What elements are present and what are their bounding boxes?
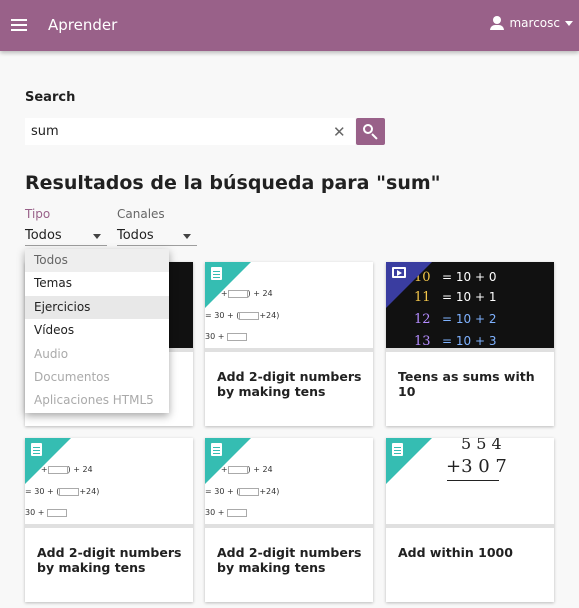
dropdown-option-audio: Audio (34, 346, 69, 361)
content-card[interactable]: 5 5 4 +3 0 7 Add within 1000 (386, 438, 554, 602)
app-bar: Aprender marcosc (0, 0, 579, 51)
content-card[interactable]: (30 +) + 24 = 30 + (+24) 30 + Add 2-digi… (205, 262, 373, 426)
content-card[interactable]: 10 = 10 + 0 11 = 10 + 1 12 = 10 + 2 13 =… (386, 262, 554, 426)
search-button[interactable] (356, 118, 385, 145)
dropdown-option-ejercicios[interactable]: Ejercicios (25, 295, 169, 320)
app-title: Aprender (48, 16, 118, 34)
tipo-value: Todos (25, 228, 62, 243)
canales-label: Canales (117, 207, 165, 221)
clear-icon[interactable]: ✕ (333, 123, 346, 141)
card-title: Teens as sums with 10 (398, 369, 535, 399)
exercise-icon (31, 443, 42, 456)
dropdown-option-documentos: Documentos (34, 369, 110, 384)
person-icon (489, 15, 505, 31)
caret-down-icon (93, 234, 101, 239)
content-card[interactable]: (30 +) + 24 = 30 + (+24) 30 + Add 2-digi… (25, 438, 193, 602)
search-icon (363, 124, 373, 134)
results-heading: Resultados de la búsqueda para "sum" (25, 172, 441, 194)
tipo-select[interactable]: Todos (25, 228, 107, 246)
menu-icon[interactable] (8, 13, 30, 37)
card-thumbnail: (30 +) + 24 = 30 + (+24) 30 + (205, 262, 373, 352)
content-card[interactable]: (30 +) + 24 = 30 + (+24) 30 + Add 2-digi… (205, 438, 373, 602)
username: marcosc (509, 16, 560, 30)
dropdown-option-html5: Aplicaciones HTML5 (34, 393, 154, 408)
dropdown-option-temas[interactable]: Temas (25, 272, 169, 295)
card-thumbnail: (30 +) + 24 = 30 + (+24) 30 + (25, 438, 193, 528)
canales-filter: Canales Todos (117, 207, 197, 246)
dropdown-option-videos[interactable]: Vídeos (25, 319, 169, 342)
tipo-filter: Tipo Todos (25, 207, 107, 246)
card-title: Add 2-digit numbers by making tens (217, 545, 362, 575)
user-menu[interactable]: marcosc (489, 15, 573, 31)
caret-down-icon (183, 234, 191, 239)
tipo-label: Tipo (25, 207, 51, 221)
card-title: Add 2-digit numbers by making tens (37, 545, 182, 575)
search-input[interactable] (25, 118, 355, 145)
exercise-icon (211, 443, 222, 456)
card-thumbnail: (30 +) + 24 = 30 + (+24) 30 + (205, 438, 373, 528)
exercise-icon (392, 443, 403, 456)
chevron-down-icon (565, 20, 573, 26)
dropdown-option-todos[interactable]: Todos (25, 249, 169, 273)
canales-value: Todos (117, 228, 154, 243)
canales-select[interactable]: Todos (117, 228, 197, 246)
exercise-icon (211, 267, 222, 280)
card-thumbnail: 10 = 10 + 0 11 = 10 + 1 12 = 10 + 2 13 =… (386, 262, 554, 352)
tipo-dropdown-menu: Todos Temas Ejercicios Vídeos Audio Docu… (25, 249, 169, 413)
card-title: Add 2-digit numbers by making tens (217, 369, 362, 399)
video-icon (392, 267, 406, 278)
card-thumbnail: 5 5 4 +3 0 7 (386, 438, 554, 528)
search-label: Search (25, 90, 76, 105)
card-title: Add within 1000 (398, 545, 513, 560)
